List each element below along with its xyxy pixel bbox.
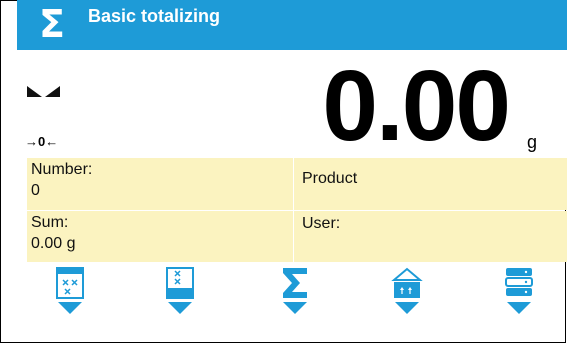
print-report-icon [56,267,84,314]
clear-totals-icon [166,267,194,314]
database-button[interactable] [501,266,537,316]
title-bar: Σ Basic totalizing [17,0,567,50]
user-field: User: [294,211,567,262]
weight-unit: g [527,132,538,152]
print-report-button[interactable] [52,266,88,316]
sum-field: Sum: 0.00 g [27,211,293,262]
number-field: Number: 0 [27,158,293,210]
totalize-icon [283,268,307,314]
stability-icon [27,86,60,97]
zero-indicator: →0← [25,134,59,149]
user-label: User: [302,215,341,232]
sum-value: 0.00 g [31,235,76,252]
weight-value: 0.00 [322,50,511,162]
number-value: 0 [31,182,40,199]
totalize-button[interactable] [277,266,313,316]
product-field: Product [294,158,567,210]
toolbar [17,262,567,318]
product-label: Product [302,170,358,187]
page-title: Basic totalizing [88,6,221,26]
sigma-icon: Σ [39,2,65,46]
clear-totals-button[interactable] [162,266,198,316]
tare-icon [391,267,423,314]
database-icon [505,268,533,314]
tare-button[interactable] [389,266,425,316]
sum-label: Sum: [31,214,69,231]
number-label: Number: [31,161,93,178]
